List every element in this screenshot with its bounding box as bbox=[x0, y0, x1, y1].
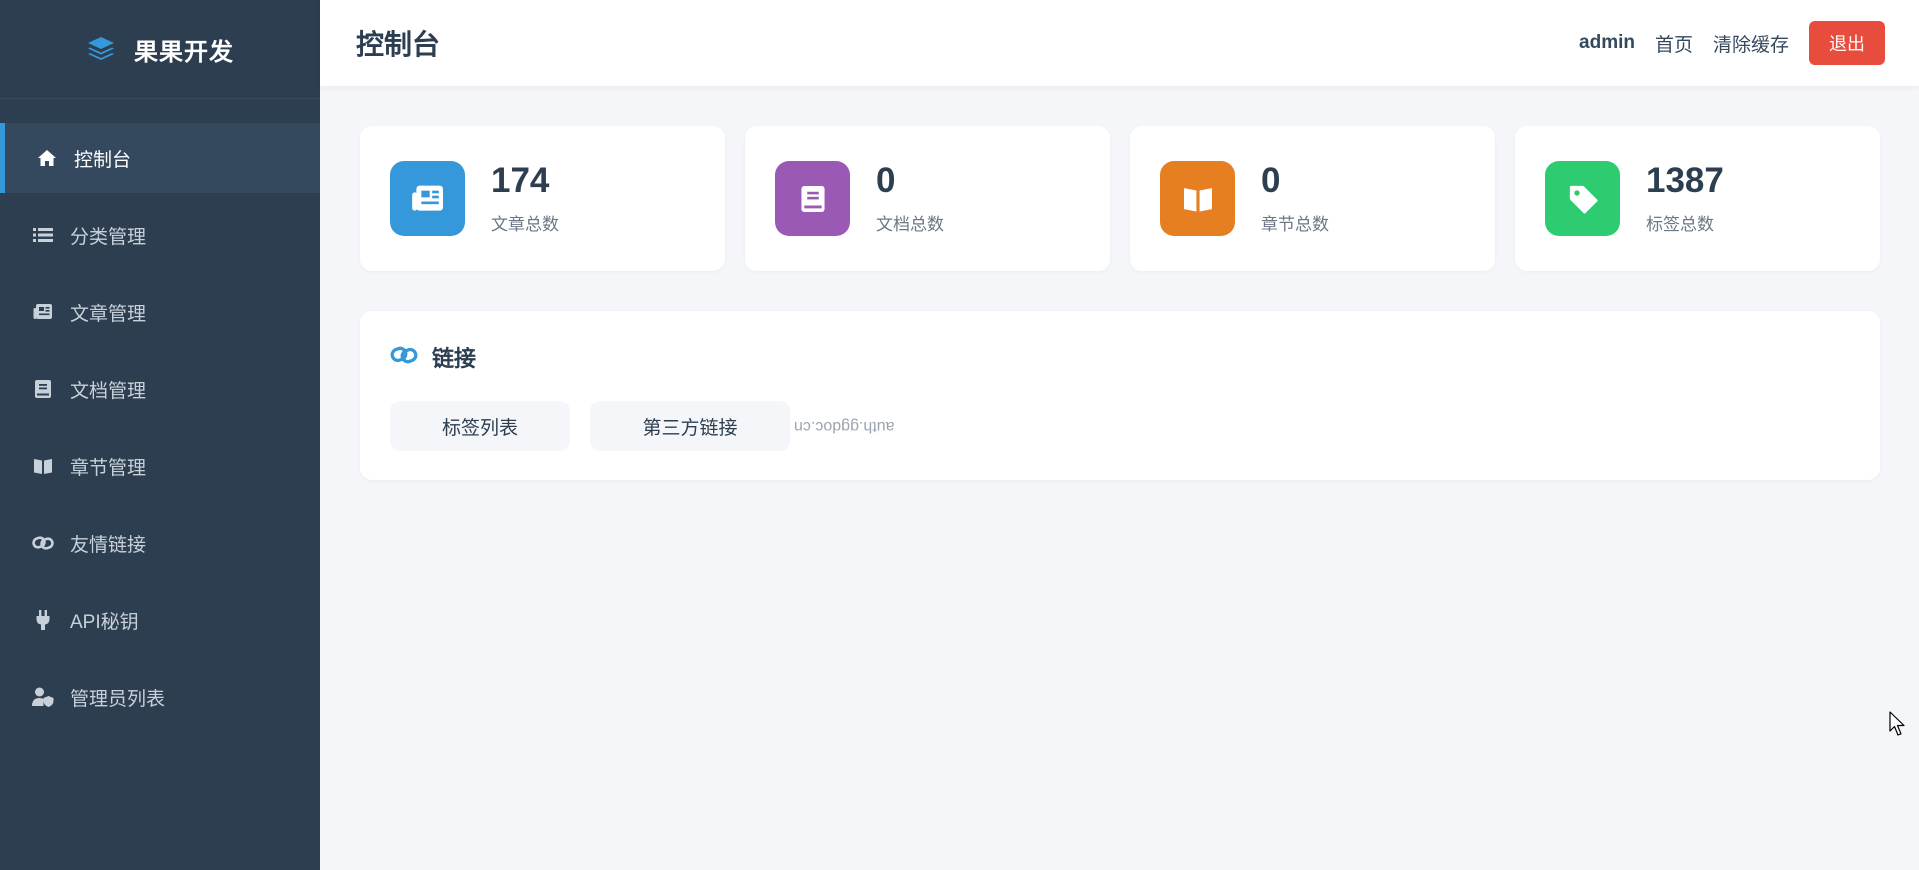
list-icon bbox=[32, 224, 54, 246]
stat-value: 0 bbox=[876, 160, 896, 200]
sidebar-item-label: 友情链接 bbox=[70, 534, 147, 556]
sidebar-item-documents[interactable]: 文档管理 bbox=[0, 354, 320, 424]
plug-icon bbox=[32, 609, 54, 631]
book-open-icon bbox=[1160, 161, 1235, 236]
user-shield-icon bbox=[32, 686, 54, 708]
link-icon bbox=[32, 532, 54, 554]
stat-card-articles: 174 文章总数 bbox=[360, 126, 725, 271]
links-panel-title: 链接 bbox=[432, 346, 477, 371]
link-list: 标签列表 第三方链接 auth.ggdoc.cn bbox=[390, 401, 1850, 451]
brand[interactable]: 果果开发 bbox=[0, 0, 320, 99]
sidebar-item-label: 章节管理 bbox=[70, 457, 147, 479]
main-content: 174 文章总数 0 文档总数 0 章节总数 1387 标签总数 链接 标签列表… bbox=[360, 126, 1880, 480]
sidebar-menu: 控制台 分类管理 文章管理 文档管理 章节管理 友情链接 API秘钥 管理员列表 bbox=[0, 123, 320, 732]
book-icon bbox=[775, 161, 850, 236]
newspaper-icon bbox=[32, 301, 54, 323]
sidebar-item-label: 控制台 bbox=[74, 149, 132, 171]
sidebar-item-api-keys[interactable]: API秘钥 bbox=[0, 585, 320, 655]
stat-label: 章节总数 bbox=[1261, 215, 1329, 235]
sidebar-item-admins[interactable]: 管理员列表 bbox=[0, 662, 320, 732]
sidebar-item-label: API秘钥 bbox=[70, 611, 139, 633]
clear-cache-link[interactable]: 清除缓存 bbox=[1713, 30, 1789, 57]
mirrored-link-text[interactable]: auth.ggdoc.cn bbox=[794, 417, 895, 435]
page-title: 控制台 bbox=[356, 29, 441, 60]
brand-name: 果果开发 bbox=[134, 38, 234, 66]
sidebar-item-friend-links[interactable]: 友情链接 bbox=[0, 508, 320, 578]
stat-value: 1387 bbox=[1646, 160, 1724, 200]
sidebar-item-chapters[interactable]: 章节管理 bbox=[0, 431, 320, 501]
mouse-cursor-icon bbox=[1889, 711, 1907, 742]
stat-card-chapters: 0 章节总数 bbox=[1130, 126, 1495, 271]
sidebar-item-categories[interactable]: 分类管理 bbox=[0, 200, 320, 270]
book-icon bbox=[32, 378, 54, 400]
book-open-icon bbox=[32, 455, 54, 477]
stat-card-tags: 1387 标签总数 bbox=[1515, 126, 1880, 271]
newspaper-icon bbox=[390, 161, 465, 236]
stat-value: 0 bbox=[1261, 160, 1281, 200]
sidebar-item-dashboard[interactable]: 控制台 bbox=[0, 123, 320, 193]
sidebar-item-label: 文章管理 bbox=[70, 303, 147, 325]
stat-label: 文章总数 bbox=[491, 215, 559, 235]
sidebar-item-label: 管理员列表 bbox=[70, 688, 166, 710]
tag-icon bbox=[1545, 161, 1620, 236]
third-party-links-link[interactable]: 第三方链接 bbox=[590, 401, 790, 451]
links-panel-header: 链接 bbox=[390, 341, 1850, 373]
home-link[interactable]: 首页 bbox=[1655, 30, 1693, 57]
topbar: 控制台 admin 首页 清除缓存 退出 bbox=[320, 0, 1919, 86]
layers-icon bbox=[86, 35, 116, 63]
logout-button[interactable]: 退出 bbox=[1809, 21, 1885, 65]
link-icon bbox=[390, 345, 418, 370]
links-panel: 链接 标签列表 第三方链接 auth.ggdoc.cn bbox=[360, 311, 1880, 480]
sidebar-item-label: 分类管理 bbox=[70, 226, 147, 248]
current-user: admin bbox=[1579, 32, 1635, 53]
stats-row: 174 文章总数 0 文档总数 0 章节总数 1387 标签总数 bbox=[360, 126, 1880, 271]
sidebar: 果果开发 控制台 分类管理 文章管理 文档管理 章节管理 友情链接 API秘钥 … bbox=[0, 0, 320, 870]
stat-label: 文档总数 bbox=[876, 215, 944, 235]
sidebar-item-label: 文档管理 bbox=[70, 380, 147, 402]
home-icon bbox=[36, 147, 58, 169]
stat-card-documents: 0 文档总数 bbox=[745, 126, 1110, 271]
sidebar-item-articles[interactable]: 文章管理 bbox=[0, 277, 320, 347]
stat-value: 174 bbox=[491, 160, 550, 200]
top-actions: admin 首页 清除缓存 退出 bbox=[1579, 21, 1885, 65]
stat-label: 标签总数 bbox=[1646, 215, 1714, 235]
tag-list-link[interactable]: 标签列表 bbox=[390, 401, 570, 451]
